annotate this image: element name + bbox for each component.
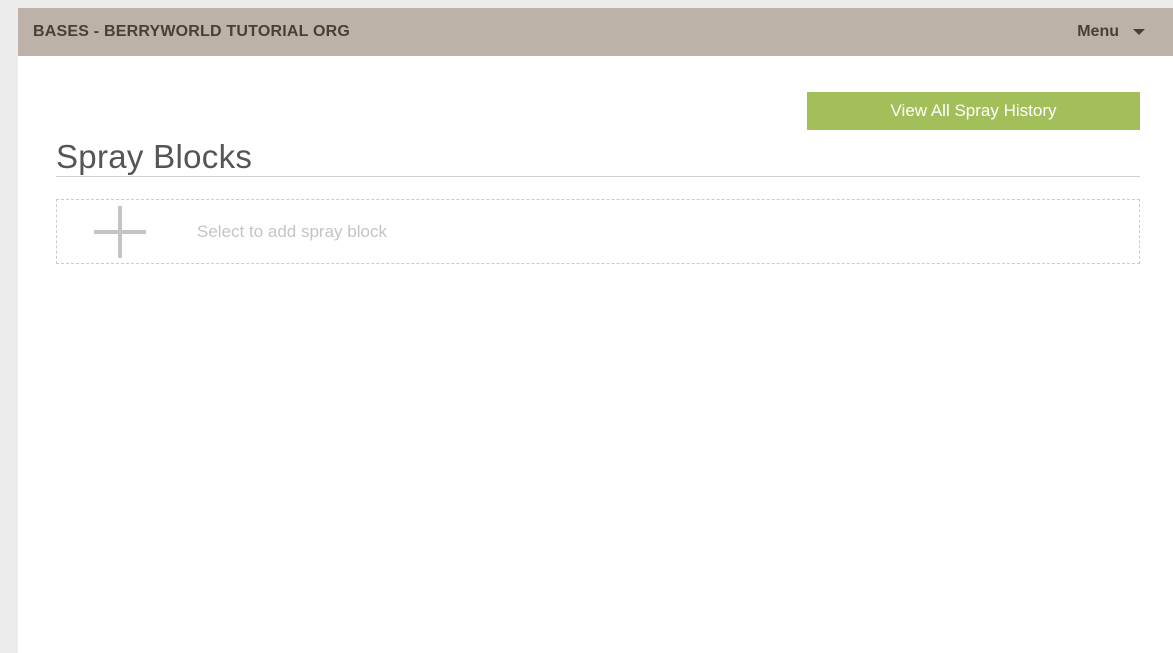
- page-title: Spray Blocks: [56, 138, 253, 175]
- title-divider: [56, 176, 1140, 177]
- menu-label: Menu: [1077, 23, 1119, 40]
- org-title: BASES - BERRYWORLD TUTORIAL ORG: [33, 23, 351, 40]
- view-all-spray-history-button[interactable]: View All Spray History: [807, 92, 1140, 130]
- plus-icon: [94, 205, 146, 258]
- top-bar: BASES - BERRYWORLD TUTORIAL ORG Menu: [18, 8, 1173, 56]
- add-spray-block-button[interactable]: Select to add spray block: [56, 199, 1140, 264]
- add-spray-block-label: Select to add spray block: [197, 221, 387, 241]
- menu-button[interactable]: Menu: [1077, 23, 1145, 41]
- app-window: BASES - BERRYWORLD TUTORIAL ORG Menu Vie…: [18, 8, 1173, 653]
- caret-down-icon: [1133, 29, 1145, 35]
